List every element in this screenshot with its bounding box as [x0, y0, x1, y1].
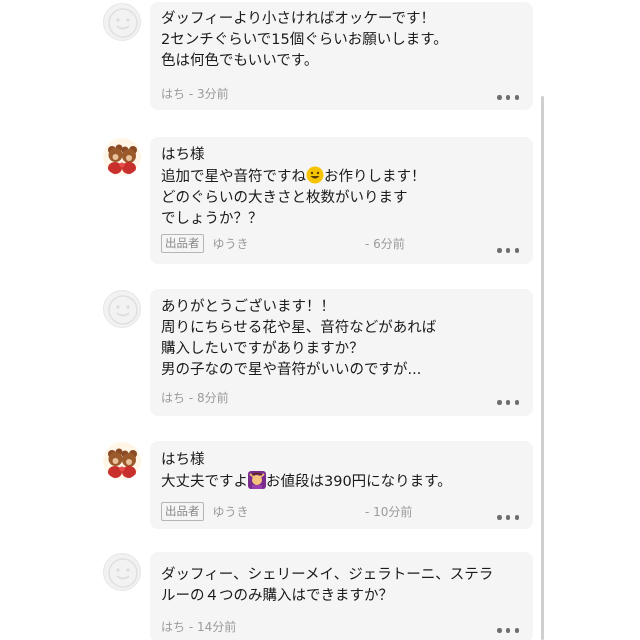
- default-avatar-icon[interactable]: [103, 553, 141, 591]
- default-avatar-icon[interactable]: [103, 3, 141, 41]
- comment-thread: ダッフィーより小さければオッケーです！ 2センチぐらいで15個ぐらいお願いします…: [0, 0, 640, 640]
- comment-bubble: ダッフィー、シェリーメイ、ジェラトーニ、ステラ ルーの４つのみ購入はできますか？…: [150, 552, 533, 640]
- comment-time: - 6分前: [365, 237, 405, 251]
- comment-item: はち様 大丈夫ですよ お値段は390円になります。 出品者 ゆうき - 10分前: [103, 441, 533, 529]
- comment-bubble: はち様 大丈夫ですよ お値段は390円になります。 出品者 ゆうき - 10分前: [150, 441, 533, 529]
- teddy-bear-avatar-icon[interactable]: [103, 442, 141, 480]
- comment-item: ダッフィーより小さければオッケーです！ 2センチぐらいで15個ぐらいお願いします…: [103, 2, 533, 110]
- comment-text: はち様 大丈夫ですよ お値段は390円になります。: [161, 452, 452, 490]
- scrollbar[interactable]: [541, 96, 544, 640]
- more-dots-icon[interactable]: [497, 628, 519, 634]
- comment-item: はち様 追加で星や音符ですね お作りします！ どのぐらいの大きさと枚数がいります …: [103, 137, 533, 264]
- comment-bubble: はち様 追加で星や音符ですね お作りします！ どのぐらいの大きさと枚数がいります …: [150, 137, 533, 264]
- comment-author-time: はち - 3分前: [161, 87, 229, 101]
- woman-gesturing-ok-emoji-icon: [248, 471, 266, 489]
- comment-text: はち様 追加で星や音符ですね お作りします！ どのぐらいの大きさと枚数がいります …: [161, 147, 426, 227]
- more-dots-icon[interactable]: [497, 248, 519, 254]
- comment-seller-meta: 出品者 ゆうき - 10分前: [161, 502, 461, 521]
- comment-author-time: はち - 8分前: [161, 391, 229, 405]
- comment-time: - 10分前: [365, 505, 413, 519]
- comment-item: ありがとうございます！！ 周りにちらせる花や星、音符などがあれば 購入したいです…: [103, 289, 533, 416]
- comment-text: ダッフィー、シェリーメイ、ジェラトーニ、ステラ ルーの４つのみ購入はできますか？: [161, 567, 494, 604]
- comment-seller-meta: 出品者 ゆうき - 6分前: [161, 234, 461, 253]
- more-dots-icon[interactable]: [497, 400, 519, 406]
- default-avatar-icon[interactable]: [103, 290, 141, 328]
- teddy-bear-avatar-icon[interactable]: [103, 138, 141, 176]
- comment-text: ありがとうございます！！ 周りにちらせる花や星、音符などがあれば 購入したいです…: [161, 299, 437, 378]
- seller-badge: 出品者: [161, 234, 204, 253]
- comment-bubble: ダッフィーより小さければオッケーです！ 2センチぐらいで15個ぐらいお願いします…: [150, 2, 533, 110]
- seller-name[interactable]: ゆうき: [213, 235, 249, 252]
- comment-item: ダッフィー、シェリーメイ、ジェラトーニ、ステラ ルーの４つのみ購入はできますか？…: [103, 552, 533, 640]
- seller-name[interactable]: ゆうき: [213, 503, 249, 520]
- more-dots-icon[interactable]: [497, 515, 519, 521]
- more-dots-icon[interactable]: [497, 95, 519, 101]
- seller-badge: 出品者: [161, 502, 204, 521]
- comment-bubble: ありがとうございます！！ 周りにちらせる花や星、音符などがあれば 購入したいです…: [150, 289, 533, 416]
- comment-author-time: はち - 14分前: [161, 620, 237, 634]
- comment-text: ダッフィーより小さければオッケーです！ 2センチぐらいで15個ぐらいお願いします…: [161, 11, 448, 69]
- smiling-face-emoji-icon: [306, 166, 324, 184]
